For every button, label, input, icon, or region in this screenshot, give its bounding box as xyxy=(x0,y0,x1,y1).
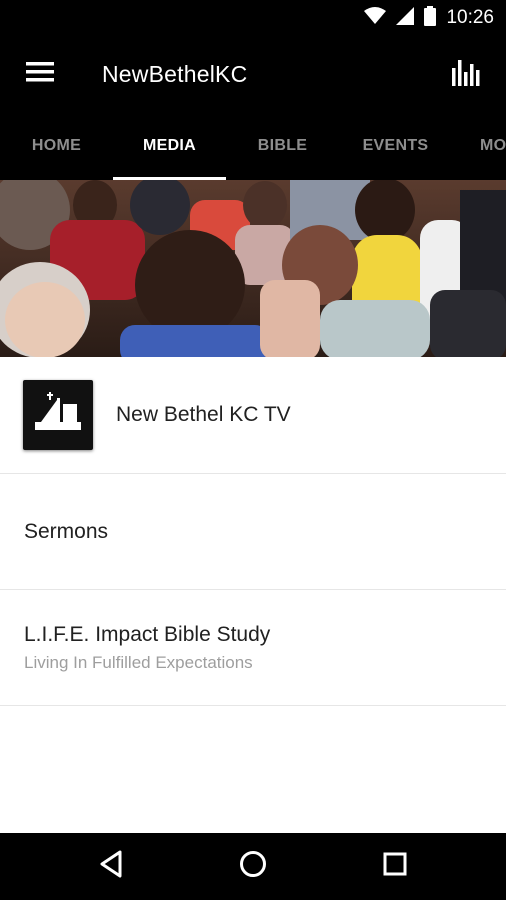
app-bar: NewBethelKC xyxy=(0,36,506,112)
bar-chart-icon xyxy=(452,58,480,91)
list-item-title: Sermons xyxy=(24,519,109,543)
app-title: NewBethelKC xyxy=(102,60,248,87)
hero-image xyxy=(0,180,506,357)
tab-bar: HOME MEDIA BIBLE EVENTS MO xyxy=(0,112,506,180)
home-button[interactable] xyxy=(213,833,293,900)
new-bethel-tv-thumbnail xyxy=(23,380,93,450)
tab-home[interactable]: HOME xyxy=(0,112,113,180)
home-icon xyxy=(239,850,267,883)
back-icon xyxy=(98,850,124,883)
list-item-title: New Bethel KC TV xyxy=(116,403,291,426)
list-item-sermons[interactable]: Sermons xyxy=(0,474,506,590)
tab-events[interactable]: EVENTS xyxy=(339,112,452,180)
tab-bible[interactable]: BIBLE xyxy=(226,112,339,180)
list-item-subtitle: Living In Fulfilled Expectations xyxy=(24,652,253,672)
tab-more[interactable]: MO xyxy=(452,112,506,180)
recents-icon xyxy=(383,852,407,881)
navigation-bar xyxy=(0,833,506,900)
list-item-title: L.I.F.E. Impact Bible Study xyxy=(24,622,271,646)
media-list: New Bethel KC TV Sermons L.I.F.E. Impact… xyxy=(0,357,506,833)
battery-icon xyxy=(424,5,437,31)
menu-button[interactable] xyxy=(0,36,80,112)
tab-media[interactable]: MEDIA xyxy=(113,112,226,180)
stats-button[interactable] xyxy=(426,36,506,112)
list-item-tv[interactable]: New Bethel KC TV xyxy=(0,357,506,474)
status-bar: 10:26 xyxy=(0,0,506,36)
wifi-icon xyxy=(364,6,387,30)
back-button[interactable] xyxy=(71,833,151,900)
hamburger-menu-icon xyxy=(26,61,54,88)
cell-signal-icon xyxy=(396,6,415,30)
list-item-bible-study[interactable]: L.I.F.E. Impact Bible Study Living In Fu… xyxy=(0,590,506,706)
status-time: 10:26 xyxy=(446,7,494,28)
recents-button[interactable] xyxy=(355,833,435,900)
